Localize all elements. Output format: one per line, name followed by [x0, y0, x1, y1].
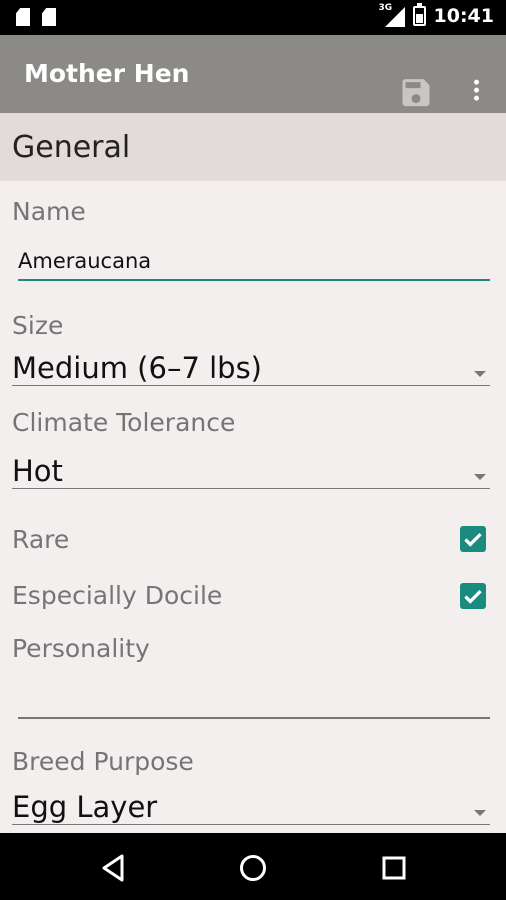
purpose-value: Egg Layer: [12, 790, 158, 824]
dropdown-arrow-icon: [474, 474, 486, 480]
purpose-dropdown[interactable]: Egg Layer: [12, 790, 490, 825]
name-label: Name: [12, 197, 86, 226]
app-bar: Mother Hen: [0, 35, 506, 113]
rare-label: Rare: [12, 525, 70, 554]
size-label: Size: [12, 311, 64, 340]
name-input[interactable]: Ameraucana: [18, 249, 490, 281]
system-icons: 3G 10:41: [379, 3, 494, 27]
recents-icon: [382, 856, 406, 880]
docile-checkbox[interactable]: [460, 583, 486, 609]
docile-label: Especially Docile: [12, 581, 223, 610]
recents-button[interactable]: [377, 851, 411, 885]
save-icon: [402, 79, 430, 107]
navigation-bar: [0, 833, 506, 900]
climate-value: Hot: [12, 454, 63, 488]
home-icon: [240, 855, 266, 881]
size-value: Medium (6–7 lbs): [12, 351, 262, 385]
dropdown-arrow-icon: [474, 371, 486, 377]
personality-input[interactable]: [18, 717, 490, 719]
more-options-button[interactable]: [466, 77, 486, 113]
notification-icons: [16, 8, 56, 26]
sd-card-icon: [42, 8, 56, 26]
sd-card-icon: [16, 8, 30, 26]
purpose-label: Breed Purpose: [12, 747, 194, 776]
dropdown-arrow-icon: [474, 810, 486, 816]
status-bar: 3G 10:41: [0, 0, 506, 35]
edit-form: General Name Ameraucana Size Medium (6–7…: [0, 113, 506, 833]
app-title: Mother Hen: [24, 59, 190, 88]
rare-checkbox[interactable]: [460, 526, 486, 552]
back-icon: [102, 854, 124, 882]
battery-icon: [412, 3, 426, 26]
save-button[interactable]: [398, 75, 434, 111]
climate-dropdown[interactable]: Hot: [12, 454, 490, 489]
size-dropdown[interactable]: Medium (6–7 lbs): [12, 351, 490, 386]
check-icon: [464, 589, 482, 604]
home-button[interactable]: [236, 851, 270, 885]
clock: 10:41: [433, 5, 494, 27]
section-header-general: General: [0, 113, 506, 181]
signal-icon: 3G: [379, 3, 405, 27]
climate-label: Climate Tolerance: [12, 408, 236, 437]
back-button[interactable]: [96, 851, 130, 885]
personality-label: Personality: [12, 634, 150, 663]
check-icon: [464, 532, 482, 547]
